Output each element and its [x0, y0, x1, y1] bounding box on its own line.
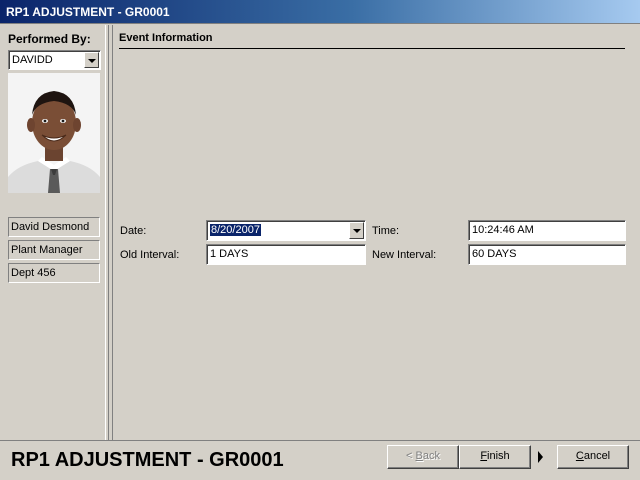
window-title: RP1 ADJUSTMENT - GR0001	[6, 5, 170, 19]
date-value: 8/20/2007	[210, 224, 261, 236]
user-name-field: David Desmond	[8, 217, 100, 237]
old-interval-value: 1 DAYS	[210, 248, 249, 260]
time-field[interactable]: 10:24:46 AM	[468, 220, 626, 241]
new-interval-value: 60 DAYS	[472, 248, 517, 260]
footer-title: RP1 ADJUSTMENT - GR0001	[11, 449, 284, 471]
old-interval-label: Old Interval:	[120, 249, 180, 261]
section-divider	[119, 48, 625, 49]
cancel-button[interactable]: Cancel	[557, 445, 629, 469]
new-interval-label: New Interval:	[372, 249, 437, 261]
performed-by-value: DAVIDD	[12, 54, 53, 66]
user-photo-image	[8, 73, 100, 193]
title-bar[interactable]: RP1 ADJUSTMENT - GR0001	[0, 0, 640, 24]
performed-by-select[interactable]: DAVIDD	[8, 50, 101, 70]
chevron-down-icon[interactable]	[349, 222, 364, 239]
finish-button[interactable]: Finish	[459, 445, 531, 469]
section-title: Event Information	[119, 32, 213, 44]
arrow-right-icon	[538, 451, 543, 463]
user-title-field: Plant Manager	[8, 240, 100, 260]
old-interval-field[interactable]: 1 DAYS	[206, 244, 366, 265]
performed-by-label: Performed By:	[8, 32, 91, 46]
user-photo	[8, 73, 100, 193]
date-label: Date:	[120, 225, 147, 237]
chevron-down-icon[interactable]	[84, 52, 99, 68]
time-label: Time:	[372, 225, 400, 237]
back-button[interactable]: < Back	[387, 445, 459, 469]
new-interval-field[interactable]: 60 DAYS	[468, 244, 626, 265]
date-picker[interactable]: 8/20/2007	[206, 220, 366, 241]
time-value: 10:24:46 AM	[472, 224, 534, 236]
user-dept-field: Dept 456	[8, 263, 100, 283]
sidebar-splitter[interactable]	[105, 25, 113, 440]
